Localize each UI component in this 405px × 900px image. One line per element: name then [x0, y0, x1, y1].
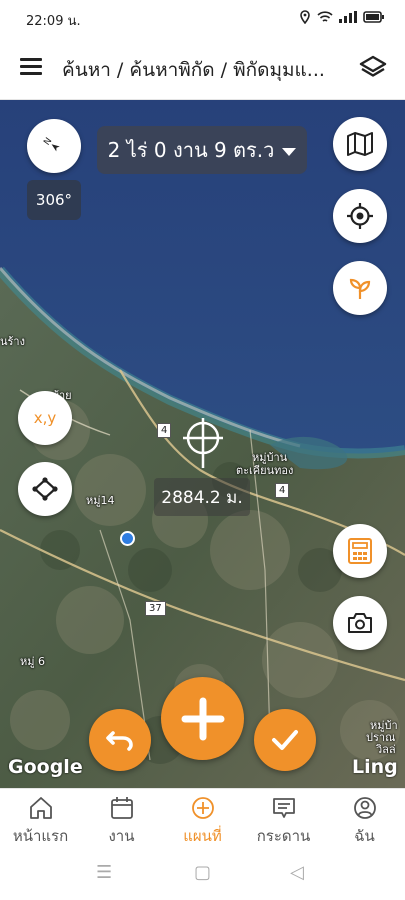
coordinate-label: x,y — [33, 409, 57, 427]
undo-button[interactable] — [89, 709, 151, 771]
area-selector[interactable]: 2 ไร่ 0 งาน 9 ตร.ว — [97, 126, 307, 174]
camera-icon — [348, 613, 372, 633]
svg-text:N: N — [42, 136, 54, 147]
nav-label: หน้าแรก — [12, 827, 69, 845]
nav-item-profile[interactable]: ฉัน — [324, 795, 405, 848]
app-header: ค้นหา / ค้นหาพิกัด / พิกัดมุมแ... — [0, 36, 405, 100]
user-icon — [353, 797, 376, 819]
nav-item-tasks[interactable]: งาน — [81, 795, 162, 848]
place-label: หมู่14 — [86, 494, 115, 507]
check-icon — [272, 730, 298, 750]
compass-button[interactable]: N — [27, 119, 81, 173]
map-view[interactable]: นร้าง บ้าย หมู่บ้าน ตะเคียนทอง หมู่14 หม… — [0, 100, 405, 788]
confirm-button[interactable] — [254, 709, 316, 771]
calculator-button[interactable] — [333, 524, 387, 578]
compass-icon: N — [42, 136, 60, 152]
home-button-icon[interactable]: ▢ — [194, 862, 211, 883]
breadcrumb: ค้นหา / ค้นหาพิกัด / พิกัดมุมแ... — [62, 59, 325, 81]
plus-icon — [181, 697, 224, 740]
calendar-icon — [110, 797, 133, 819]
map-icon — [347, 132, 373, 156]
back-icon[interactable]: ◁ — [290, 862, 304, 883]
place-label: นร้าง — [0, 335, 25, 348]
coordinate-button[interactable]: x,y — [18, 391, 72, 445]
add-point-button[interactable] — [161, 677, 244, 760]
board-icon — [272, 798, 295, 818]
signal-icon — [339, 11, 357, 23]
polygon-button[interactable] — [18, 462, 72, 516]
google-attribution: Google — [8, 756, 83, 778]
place-label: หมู่ 6 — [20, 655, 45, 668]
home-icon — [29, 797, 52, 819]
sprout-icon — [349, 278, 371, 299]
nav-label: ฉัน — [354, 827, 375, 845]
road-shield: 4 — [275, 483, 290, 498]
wifi-icon — [317, 10, 333, 22]
area-value: 2 ไร่ 0 งาน 9 ตร.ว — [107, 138, 275, 162]
nav-label: งาน — [108, 827, 135, 845]
map-plus-icon — [191, 797, 214, 819]
current-location-dot — [120, 531, 135, 546]
undo-icon — [106, 731, 133, 751]
nav-item-map[interactable]: แผนที่ — [162, 795, 243, 848]
nav-item-board[interactable]: กระดาน — [243, 795, 324, 848]
nav-item-home[interactable]: หน้าแรก — [0, 795, 81, 848]
locate-button[interactable] — [333, 189, 387, 243]
layers-icon[interactable] — [359, 54, 387, 80]
status-time: 22:09 น. — [26, 14, 81, 29]
system-navigation-bar: ☰ ▢ ◁ — [0, 848, 405, 900]
status-icons — [299, 10, 385, 24]
map-type-button[interactable] — [333, 117, 387, 171]
ling-attribution: Ling — [352, 756, 398, 778]
battery-icon — [363, 11, 384, 23]
recent-apps-icon[interactable]: ☰ — [96, 862, 112, 883]
menu-icon[interactable] — [20, 58, 42, 76]
chevron-down-icon — [282, 148, 297, 156]
plant-button[interactable] — [333, 261, 387, 315]
map-crosshair-icon — [183, 418, 223, 468]
nav-label: แผนที่ — [183, 827, 222, 845]
camera-button[interactable] — [333, 596, 387, 650]
place-label: ตะเคียนทอง — [236, 464, 294, 477]
status-bar: 22:09 น. — [0, 0, 405, 36]
road-shield: 4 — [157, 423, 172, 438]
polygon-icon — [32, 477, 58, 501]
location-icon — [300, 10, 310, 24]
crosshair-icon — [347, 203, 373, 229]
distance-label: 2884.2 ม. — [154, 478, 250, 516]
road-shield: 37 — [145, 601, 166, 616]
calculator-icon — [348, 538, 372, 564]
nav-label: กระดาน — [256, 827, 311, 845]
bottom-navigation: หน้าแรก งาน แผนที่ กระดาน ฉัน — [0, 788, 405, 848]
heading-readout: 306° — [27, 180, 81, 220]
